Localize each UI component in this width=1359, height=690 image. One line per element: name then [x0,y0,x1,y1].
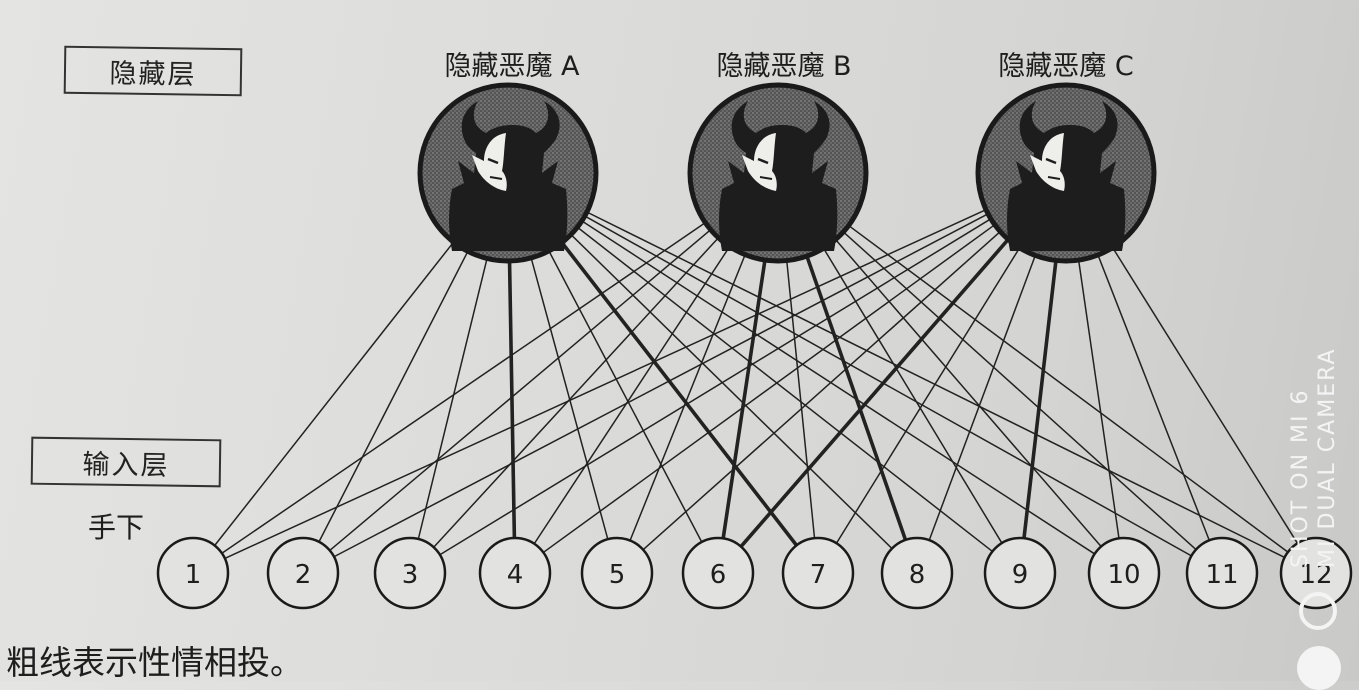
input-node-11: 11 [1185,536,1259,610]
edge-a-5 [528,251,609,540]
input-node-label: 1 [185,560,202,590]
watermark-line1: SHOT ON MI 6 [1288,388,1313,568]
edge-a-1 [214,236,458,546]
edge-c-8 [928,249,1039,541]
edge-c-3 [439,215,997,556]
edge-b-2 [329,225,716,552]
input-node-9: 9 [983,536,1057,610]
camera-shutter-icon [1299,592,1337,630]
network-diagram: 1 2 3 4 5 6 7 8 9 10 11 12 [156,82,1353,610]
camera-dot-icon [1297,646,1341,690]
input-node-10: 10 [1087,536,1161,610]
input-node-label: 11 [1205,560,1238,590]
input-node-label: 9 [1012,560,1029,590]
input-node-3: 3 [373,536,447,610]
camera-watermark: SHOT ON MI 6 MI DUAL CAMERA [1287,347,1341,568]
edge-b-4 [533,241,734,545]
input-node-5: 5 [580,536,654,610]
edge-c-9-thick [1022,254,1059,539]
edge-c-12 [1108,242,1299,544]
demon-b-node [687,82,869,264]
input-node-label: 5 [609,560,626,590]
edge-b-8-thick [803,249,908,541]
input-node-label: 10 [1107,560,1140,590]
caption-text: 粗线表示性情相投。 [6,643,303,682]
input-node-label: 6 [710,560,727,590]
demon-a-node [417,82,599,264]
input-node-2: 2 [266,536,340,610]
input-node-4: 4 [478,536,552,610]
input-node-8: 8 [880,536,954,610]
watermark-line2: MI DUAL CAMERA [1315,347,1340,568]
input-node-1: 1 [156,536,230,610]
edge-c-5 [642,226,1006,551]
edge-b-10 [831,234,1102,548]
edge-c-6-thick [739,233,1014,548]
input-node-label: 4 [507,560,524,590]
input-node-label: 8 [909,560,926,590]
input-node-label: 3 [402,560,419,590]
edge-b-12 [843,221,1289,553]
input-node-7: 7 [781,536,855,610]
input-node-label: 7 [810,560,827,590]
demon-c-node [975,82,1157,264]
input-node-6: 6 [681,536,755,610]
input-node-label: 2 [295,560,312,590]
edge-b-7 [785,254,816,539]
edge-c-7 [835,242,1024,544]
